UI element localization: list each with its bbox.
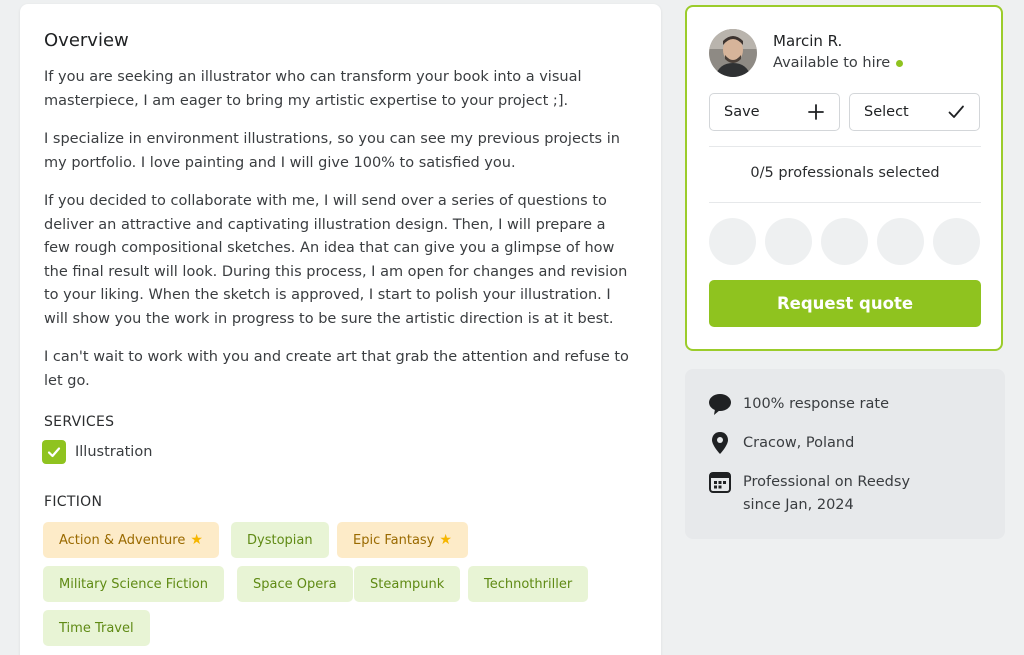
tag-label: Military Science Fiction	[59, 576, 209, 592]
tag-label: Time Travel	[59, 620, 134, 636]
selected-count: 0/5 professionals selected	[750, 165, 940, 181]
genre-tag[interactable]: Dystopian	[231, 522, 329, 558]
fiction-heading: FICTION	[44, 494, 103, 510]
tag-label: Technothriller	[484, 576, 573, 592]
tag-label: Space Opera	[253, 576, 337, 592]
availability-dot	[896, 59, 904, 67]
genre-tag[interactable]: Steampunk	[354, 566, 461, 602]
services-heading: SERVICES	[44, 414, 115, 430]
selection-slot	[821, 218, 868, 265]
star-icon: ★	[439, 532, 452, 548]
selection-slot	[765, 218, 812, 265]
plus-icon	[808, 104, 824, 120]
checkbox[interactable]	[42, 440, 66, 464]
response-rate-row: 100% response rate	[707, 391, 889, 417]
request-quote-button[interactable]: Request quote	[709, 280, 981, 327]
star-icon: ★	[190, 532, 203, 548]
availability-status: Available to hire	[773, 55, 904, 71]
select-label: Select	[864, 104, 909, 120]
avatar[interactable]	[709, 29, 757, 77]
selection-slot	[933, 218, 980, 265]
membership-row: Professional on Reedsy since Jan, 2024	[707, 469, 910, 516]
checkmark-icon	[948, 105, 964, 118]
membership-line-1: Professional on Reedsy	[743, 474, 911, 490]
location-row: Cracow, Poland	[707, 430, 854, 456]
divider	[709, 202, 981, 203]
genre-tag[interactable]: Technothriller	[468, 566, 589, 602]
location: Cracow, Poland	[743, 435, 855, 451]
save-button[interactable]: Save	[709, 93, 840, 131]
genre-tag[interactable]: Military Science Fiction	[43, 566, 225, 602]
overview-card: Overview If you are seeking an illustrat…	[20, 4, 661, 655]
check-icon	[47, 447, 61, 458]
service-item[interactable]: Illustration	[42, 440, 152, 464]
info-card: 100% response rate Cracow, Poland Profes…	[685, 369, 1005, 539]
overview-paragraph: If you decided to collaborate with me, I…	[44, 193, 628, 327]
genre-tag[interactable]: Time Travel	[43, 610, 150, 646]
service-label: Illustration	[75, 444, 153, 460]
overview-paragraph: If you are seeking an illustrator who ca…	[44, 69, 582, 109]
genre-tag[interactable]: Space Opera	[237, 566, 353, 602]
calendar-icon	[707, 469, 733, 495]
genre-tag[interactable]: Action & Adventure ★	[43, 522, 219, 558]
select-button[interactable]: Select	[849, 93, 980, 131]
tag-label: Epic Fantasy	[353, 532, 435, 548]
genre-tag[interactable]: Epic Fantasy ★	[337, 522, 468, 558]
location-pin-icon	[707, 430, 733, 456]
selection-slot	[877, 218, 924, 265]
overview-paragraph: I specialize in environment illustration…	[44, 131, 620, 171]
membership: Professional on Reedsy since Jan, 2024	[743, 469, 910, 516]
availability-label: Available to hire	[773, 55, 891, 71]
tag-label: Dystopian	[247, 532, 313, 548]
tag-label: Steampunk	[370, 576, 445, 592]
tag-label: Action & Adventure	[59, 532, 186, 548]
response-rate: 100% response rate	[743, 396, 889, 412]
save-label: Save	[724, 104, 760, 120]
overview-paragraph: I can't wait to work with you and create…	[44, 349, 629, 389]
hire-card: Marcin R. Available to hire Save Select …	[685, 5, 1003, 351]
selection-slot	[709, 218, 756, 265]
freelancer-name: Marcin R.	[773, 32, 843, 50]
membership-line-2: since Jan, 2024	[743, 496, 854, 513]
overview-title: Overview	[44, 30, 129, 51]
divider	[709, 146, 981, 147]
speech-bubble-icon	[707, 391, 733, 417]
